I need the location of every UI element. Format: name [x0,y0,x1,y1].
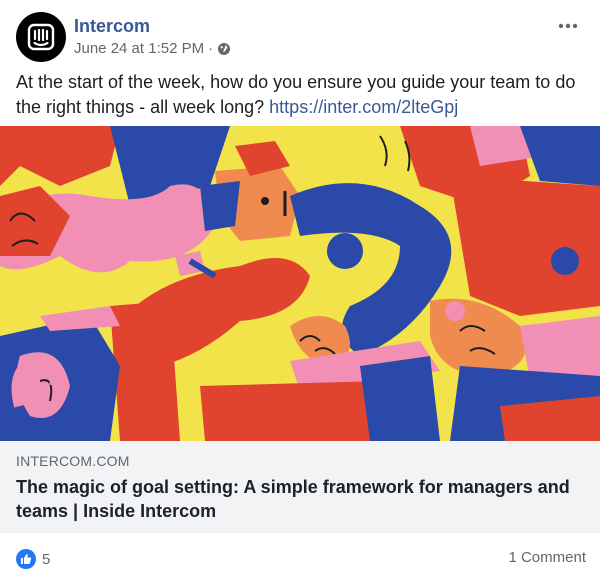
abstract-team-illustration[interactable] [0,126,600,441]
page-avatar[interactable] [16,12,66,62]
like-icon [16,549,36,569]
link-preview-card[interactable]: INTERCOM.COM The magic of goal setting: … [0,126,600,533]
meta-separator: · [208,40,214,57]
post-header: Intercom June 24 at 1:52 PM · [16,12,584,62]
post-link[interactable]: https://inter.com/2lteGpj [269,97,458,117]
page-name[interactable]: Intercom [74,16,150,37]
facebook-post: Intercom June 24 at 1:52 PM · At the sta… [0,0,600,586]
post-footer: 5 1 Comment [0,533,600,586]
more-options-icon[interactable] [552,14,584,38]
globe-icon[interactable] [217,42,231,56]
post-timestamp[interactable]: June 24 at 1:52 PM [74,40,204,57]
link-title[interactable]: The magic of goal setting: A simple fram… [16,475,584,523]
link-card-info: INTERCOM.COM The magic of goal setting: … [0,441,600,533]
reactions-summary[interactable]: 5 [16,549,50,569]
like-count: 5 [42,550,51,568]
post-text: At the start of the week, how do you ens… [16,70,586,120]
link-domain: INTERCOM.COM [16,453,130,469]
illustration-artwork [0,126,600,441]
comments-count[interactable]: 1 Comment [508,549,586,566]
intercom-logo-icon [27,23,55,51]
post-meta: June 24 at 1:52 PM · [74,40,231,57]
